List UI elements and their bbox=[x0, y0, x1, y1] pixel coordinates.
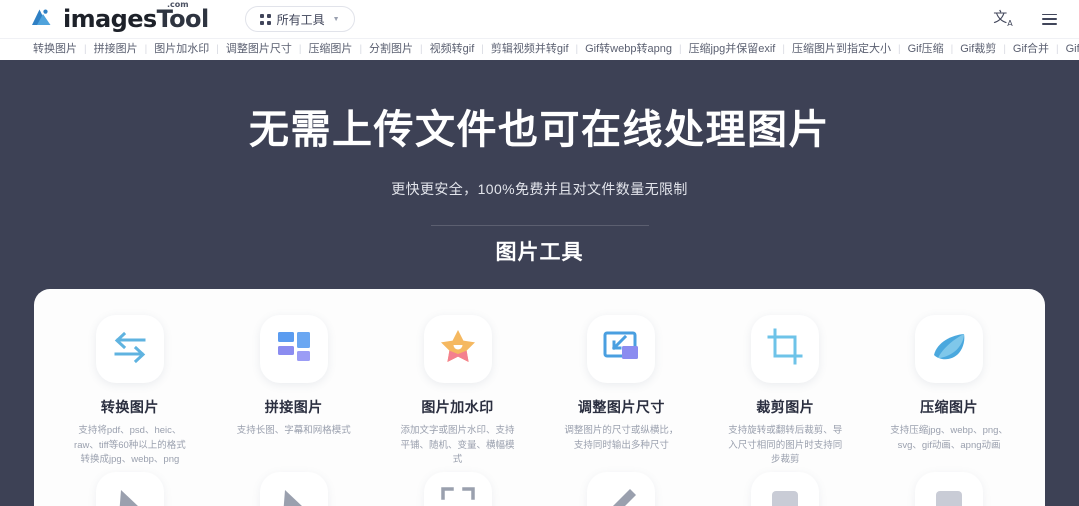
all-tools-label: 所有工具 bbox=[276, 12, 325, 27]
tool-icon-tile[interactable] bbox=[751, 472, 820, 506]
nav-link[interactable]: 压缩jpg并保留exif bbox=[682, 44, 783, 55]
tool-description: 支持旋转或翻转后裁剪、导入尺寸相同的图片时支持同步裁剪 bbox=[728, 425, 843, 466]
brand-logo[interactable]: imagesTool .com bbox=[30, 1, 210, 33]
header-actions: 文A bbox=[993, 9, 1059, 29]
star-watermark-icon bbox=[439, 328, 477, 371]
tool-icon-tile[interactable] bbox=[423, 315, 492, 383]
brand-secondary: Tool bbox=[156, 5, 210, 33]
tool-card[interactable]: 调整图片尺寸调整图片的尺寸或纵横比，支持同时输出多种尺寸 bbox=[539, 315, 703, 468]
tool-card[interactable]: 压缩图片支持压缩jpg、webp、png、svg、gif动画、apng动画 bbox=[867, 315, 1031, 468]
tool-icon-tile[interactable] bbox=[751, 315, 820, 383]
tool-card[interactable] bbox=[867, 472, 1031, 506]
hero-title: 无需上传文件也可在线处理图片 bbox=[249, 108, 830, 152]
tool-icon-tile[interactable] bbox=[259, 472, 328, 506]
nav-link[interactable]: 转换图片 bbox=[26, 44, 84, 55]
cursor-arrow-icon bbox=[275, 485, 313, 506]
page-root: imagesTool .com 所有工具 ▼ 文A 转换图片 | 拼接图片 | 图片加水… bbox=[0, 0, 1079, 506]
brand-superscript: .com bbox=[166, 0, 189, 9]
tool-icon-tile[interactable] bbox=[95, 472, 164, 506]
tool-icon-tile[interactable] bbox=[915, 315, 984, 383]
nav-link[interactable]: 图片加水印 bbox=[147, 44, 216, 55]
tools-panel: 转换图片支持将pdf、psd、heic、raw、tiff等60种以上的格式转换成… bbox=[34, 289, 1045, 506]
tool-grid-row-2 bbox=[48, 472, 1031, 506]
hamburger-menu-icon bbox=[1041, 13, 1057, 25]
tool-icon-tile[interactable] bbox=[915, 472, 984, 506]
tool-card[interactable] bbox=[703, 472, 867, 506]
logo-mountain-icon bbox=[32, 9, 51, 25]
collage-grid-icon bbox=[275, 328, 313, 371]
nav-link[interactable]: Gif合并 bbox=[1006, 44, 1056, 55]
nav-link[interactable]: 压缩图片 bbox=[301, 44, 359, 55]
nav-link[interactable]: 调整图片尺寸 bbox=[219, 44, 299, 55]
nav-link[interactable]: 拼接图片 bbox=[87, 44, 145, 55]
tool-title: 转换图片 bbox=[100, 399, 159, 415]
tool-card[interactable] bbox=[212, 472, 376, 506]
chevron-down-icon: ▼ bbox=[332, 15, 340, 23]
tool-card[interactable]: 转换图片支持将pdf、psd、heic、raw、tiff等60种以上的格式转换成… bbox=[48, 315, 212, 468]
convert-arrows-icon bbox=[111, 328, 149, 371]
translate-icon: 文A bbox=[993, 9, 1013, 28]
brand-text: imagesTool .com bbox=[63, 1, 210, 33]
nav-link[interactable]: Gif压缩 bbox=[901, 44, 951, 55]
tool-title: 拼接图片 bbox=[264, 399, 323, 415]
section-title: 图片工具 bbox=[495, 241, 584, 264]
section-header: 图片工具 bbox=[0, 225, 1079, 266]
hero-section: 无需上传文件也可在线处理图片 更快更安全，100%免费并且对文件数量无限制 bbox=[0, 60, 1079, 199]
tool-icon-tile[interactable] bbox=[587, 472, 656, 506]
tool-card[interactable] bbox=[539, 472, 703, 506]
expand-corners-icon bbox=[439, 485, 477, 506]
tool-description: 调整图片的尺寸或纵横比，支持同时输出多种尺寸 bbox=[564, 425, 679, 451]
tool-icon-tile[interactable] bbox=[423, 472, 492, 506]
tool-card[interactable] bbox=[376, 472, 540, 506]
tool-title: 图片加水印 bbox=[421, 399, 494, 415]
tool-title: 裁剪图片 bbox=[756, 399, 815, 415]
tool-icon-tile[interactable] bbox=[587, 315, 656, 383]
nav-link[interactable]: 压缩图片到指定大小 bbox=[785, 44, 898, 55]
tool-description: 支持长图、字幕和网格模式 bbox=[236, 425, 351, 436]
grid-icon bbox=[259, 13, 271, 25]
tool-icon-tile[interactable] bbox=[259, 315, 328, 383]
app-header: imagesTool .com 所有工具 ▼ 文A bbox=[0, 0, 1079, 38]
tool-description: 添加文字或图片水印、支持平铺、随机、变量、横幅模式 bbox=[400, 425, 515, 466]
divider bbox=[430, 225, 649, 226]
compress-leaf-icon bbox=[930, 328, 968, 371]
tool-card[interactable]: 拼接图片支持长图、字幕和网格模式 bbox=[212, 315, 376, 468]
tool-description: 支持压缩jpg、webp、png、svg、gif动画、apng动画 bbox=[890, 425, 1008, 451]
tool-title: 调整图片尺寸 bbox=[577, 399, 665, 415]
tool-icon bbox=[930, 485, 968, 506]
tool-grid: 转换图片支持将pdf、psd、heic、raw、tiff等60种以上的格式转换成… bbox=[48, 315, 1031, 468]
tool-description: 支持将pdf、psd、heic、raw、tiff等60种以上的格式转换成jpg、… bbox=[74, 425, 186, 466]
tool-icon bbox=[766, 485, 804, 506]
pen-icon bbox=[602, 485, 640, 506]
language-switch-button[interactable]: 文A bbox=[993, 9, 1013, 29]
cursor-arrow-icon bbox=[111, 485, 149, 506]
nav-link[interactable]: Gif转webp转apng bbox=[578, 44, 679, 55]
nav-link[interactable]: Gif倒转 bbox=[1059, 44, 1079, 55]
tool-title: 压缩图片 bbox=[920, 399, 979, 415]
nav-link[interactable]: 分割图片 bbox=[362, 44, 420, 55]
brand-primary: images bbox=[63, 5, 157, 33]
resize-frame-icon bbox=[602, 328, 640, 371]
all-tools-button[interactable]: 所有工具 ▼ bbox=[244, 6, 355, 32]
hero-subtitle: 更快更安全，100%免费并且对文件数量无限制 bbox=[391, 181, 688, 197]
tool-icon-tile[interactable] bbox=[95, 315, 164, 383]
tool-card[interactable]: 图片加水印添加文字或图片水印、支持平铺、随机、变量、横幅模式 bbox=[376, 315, 540, 468]
nav-link[interactable]: Gif裁剪 bbox=[953, 44, 1003, 55]
tool-nav-bar: 转换图片 | 拼接图片 | 图片加水印 | 调整图片尺寸 | 压缩图片 | 分割图片 | 视频转gif |… bbox=[0, 38, 1079, 60]
tool-card[interactable] bbox=[48, 472, 212, 506]
menu-button[interactable] bbox=[1039, 9, 1059, 29]
nav-link[interactable]: 视频转gif bbox=[423, 44, 482, 55]
crop-icon bbox=[766, 328, 804, 371]
nav-link[interactable]: 剪辑视频并转gif bbox=[484, 44, 576, 55]
tool-card[interactable]: 裁剪图片支持旋转或翻转后裁剪、导入尺寸相同的图片时支持同步裁剪 bbox=[703, 315, 867, 468]
